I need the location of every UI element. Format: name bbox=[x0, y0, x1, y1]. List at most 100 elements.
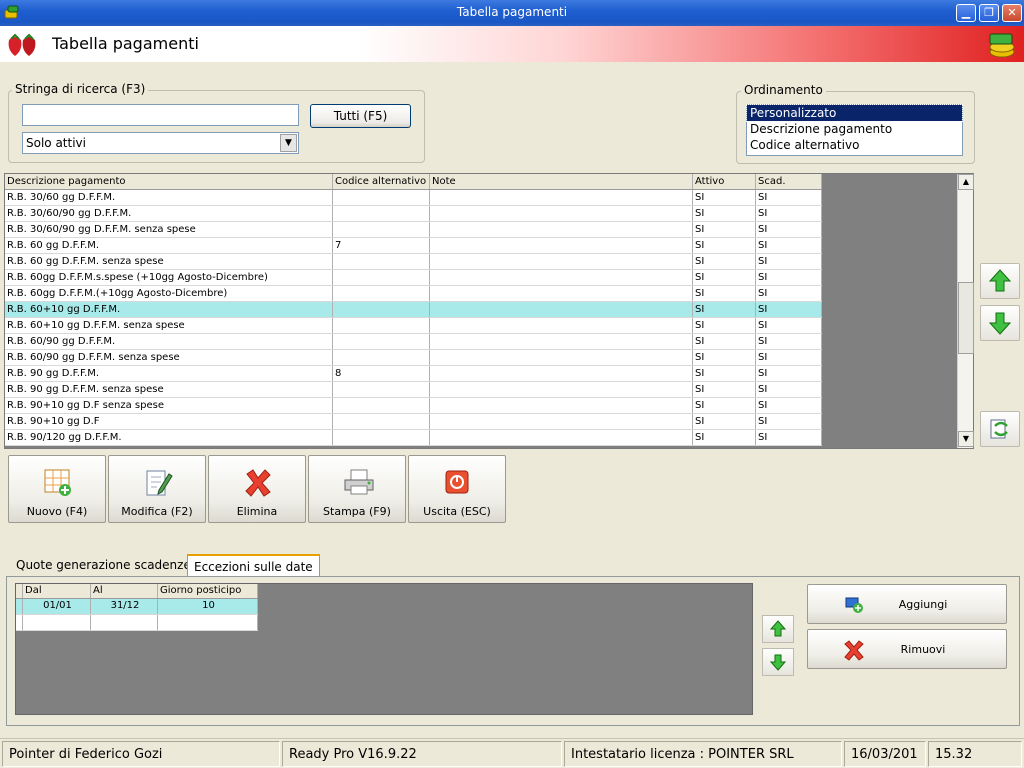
cell-giorno[interactable] bbox=[158, 615, 258, 630]
table-row[interactable]: R.B. 60/90 gg D.F.F.M. senza spese SI SI bbox=[5, 350, 822, 366]
cell-alt-code[interactable] bbox=[333, 350, 430, 365]
column-header[interactable]: Note bbox=[430, 174, 693, 189]
cell-alt-code[interactable]: 8 bbox=[333, 366, 430, 381]
cell-description[interactable]: R.B. 30/60 gg D.F.F.M. bbox=[5, 190, 333, 205]
cell-active[interactable]: SI bbox=[693, 414, 756, 429]
cell-description[interactable]: R.B. 60 gg D.F.F.M. bbox=[5, 238, 333, 253]
chevron-down-icon[interactable]: ▼ bbox=[280, 134, 297, 152]
cell-active[interactable]: SI bbox=[693, 206, 756, 221]
table-row[interactable]: R.B. 60gg D.F.F.M.s.spese (+10gg Agosto-… bbox=[5, 270, 822, 286]
cell-active[interactable]: SI bbox=[693, 286, 756, 301]
cell-active[interactable]: SI bbox=[693, 366, 756, 381]
table-row[interactable]: R.B. 60 gg D.F.F.M. 7 SI SI bbox=[5, 238, 822, 254]
column-header[interactable]: Giorno posticipo bbox=[158, 584, 258, 598]
cell-alt-code[interactable] bbox=[333, 430, 430, 445]
payments-grid[interactable]: Descrizione pagamento Codice alternativo… bbox=[4, 173, 974, 449]
cell-due[interactable]: SI bbox=[756, 254, 822, 269]
table-row[interactable]: R.B. 60+10 gg D.F.F.M. SI SI bbox=[5, 302, 822, 318]
edit-button[interactable]: Modifica (F2) bbox=[108, 455, 206, 523]
tab-eccezioni[interactable]: Eccezioni sulle date bbox=[187, 554, 320, 576]
table-row[interactable]: R.B. 90 gg D.F.F.M. 8 SI SI bbox=[5, 366, 822, 382]
cell-due[interactable]: SI bbox=[756, 414, 822, 429]
cell-notes[interactable] bbox=[430, 190, 693, 205]
table-row-new[interactable] bbox=[16, 615, 258, 631]
cell-notes[interactable] bbox=[430, 206, 693, 221]
cell-description[interactable]: R.B. 90 gg D.F.F.M. bbox=[5, 366, 333, 381]
exceptions-grid[interactable]: Dal Al Giorno posticipo 01/01 31/12 10 bbox=[15, 583, 753, 715]
cell-due[interactable]: SI bbox=[756, 302, 822, 317]
cell-alt-code[interactable] bbox=[333, 334, 430, 349]
cell-alt-code[interactable]: 7 bbox=[333, 238, 430, 253]
table-row[interactable]: R.B. 30/60/90 gg D.F.F.M. senza spese SI S… bbox=[5, 222, 822, 238]
print-button[interactable]: Stampa (F9) bbox=[308, 455, 406, 523]
cell-due[interactable]: SI bbox=[756, 222, 822, 237]
minimize-button[interactable]: ▁ bbox=[956, 4, 976, 22]
cell-notes[interactable] bbox=[430, 238, 693, 253]
cell-dal[interactable] bbox=[23, 615, 91, 630]
cell-active[interactable]: SI bbox=[693, 302, 756, 317]
table-row[interactable]: R.B. 30/60/90 gg D.F.F.M. SI SI bbox=[5, 206, 822, 222]
cell-alt-code[interactable] bbox=[333, 302, 430, 317]
table-row[interactable]: R.B. 90+10 gg D.F SI SI bbox=[5, 414, 822, 430]
cell-active[interactable]: SI bbox=[693, 382, 756, 397]
cell-active[interactable]: SI bbox=[693, 398, 756, 413]
cell-description[interactable]: R.B. 60gg D.F.F.M.(+10gg Agosto-Dicembre… bbox=[5, 286, 333, 301]
table-row[interactable]: R.B. 60+10 gg D.F.F.M. senza spese SI SI bbox=[5, 318, 822, 334]
search-input[interactable] bbox=[22, 104, 299, 126]
cell-al[interactable] bbox=[91, 615, 158, 630]
cell-due[interactable]: SI bbox=[756, 190, 822, 205]
cell-notes[interactable] bbox=[430, 414, 693, 429]
move-up-button[interactable] bbox=[980, 263, 1020, 299]
cell-due[interactable]: SI bbox=[756, 238, 822, 253]
cell-notes[interactable] bbox=[430, 286, 693, 301]
cell-active[interactable]: SI bbox=[693, 430, 756, 445]
grid-scrollbar[interactable]: ▲ ▼ bbox=[957, 174, 974, 448]
cell-description[interactable]: R.B. 60/90 gg D.F.F.M. bbox=[5, 334, 333, 349]
sorting-list[interactable]: Personalizzato Descrizione pagamento Cod… bbox=[746, 104, 963, 156]
cell-alt-code[interactable] bbox=[333, 270, 430, 285]
cell-notes[interactable] bbox=[430, 318, 693, 333]
cell-active[interactable]: SI bbox=[693, 350, 756, 365]
cell-alt-code[interactable] bbox=[333, 190, 430, 205]
cell-due[interactable]: SI bbox=[756, 366, 822, 381]
cell-alt-code[interactable] bbox=[333, 318, 430, 333]
cell-notes[interactable] bbox=[430, 382, 693, 397]
column-header[interactable]: Descrizione pagamento bbox=[5, 174, 333, 189]
column-header[interactable]: Codice alternativo bbox=[333, 174, 430, 189]
cell-dal[interactable]: 01/01 bbox=[23, 599, 91, 614]
sorting-option[interactable]: Descrizione pagamento bbox=[747, 121, 962, 137]
cell-active[interactable]: SI bbox=[693, 318, 756, 333]
cell-notes[interactable] bbox=[430, 350, 693, 365]
cell-alt-code[interactable] bbox=[333, 222, 430, 237]
table-row[interactable]: 01/01 31/12 10 bbox=[16, 599, 258, 615]
scroll-up-icon[interactable]: ▲ bbox=[958, 174, 974, 190]
cell-active[interactable]: SI bbox=[693, 190, 756, 205]
column-header[interactable]: Dal bbox=[23, 584, 91, 598]
table-row[interactable]: R.B. 60gg D.F.F.M.(+10gg Agosto-Dicembre… bbox=[5, 286, 822, 302]
new-button[interactable]: Nuovo (F4) bbox=[8, 455, 106, 523]
cell-description[interactable]: R.B. 30/60/90 gg D.F.F.M. bbox=[5, 206, 333, 221]
cell-due[interactable]: SI bbox=[756, 382, 822, 397]
cell-active[interactable]: SI bbox=[693, 334, 756, 349]
sorting-option[interactable]: Personalizzato bbox=[746, 104, 963, 122]
cell-alt-code[interactable] bbox=[333, 206, 430, 221]
filter-select[interactable]: Solo attivi ▼ bbox=[22, 132, 299, 154]
exception-down-button[interactable] bbox=[762, 648, 794, 676]
column-header[interactable]: Al bbox=[91, 584, 158, 598]
table-row[interactable]: R.B. 90+10 gg D.F senza spese SI SI bbox=[5, 398, 822, 414]
cell-alt-code[interactable] bbox=[333, 254, 430, 269]
cell-due[interactable]: SI bbox=[756, 206, 822, 221]
cell-description[interactable]: R.B. 60+10 gg D.F.F.M. senza spese bbox=[5, 318, 333, 333]
add-button[interactable]: Aggiungi bbox=[807, 584, 1007, 624]
cell-alt-code[interactable] bbox=[333, 286, 430, 301]
cell-due[interactable]: SI bbox=[756, 350, 822, 365]
cell-notes[interactable] bbox=[430, 430, 693, 445]
cell-due[interactable]: SI bbox=[756, 318, 822, 333]
cell-due[interactable]: SI bbox=[756, 398, 822, 413]
all-button[interactable]: Tutti (F5) bbox=[310, 104, 411, 128]
column-header[interactable]: Scad. bbox=[756, 174, 822, 189]
cell-description[interactable]: R.B. 60gg D.F.F.M.s.spese (+10gg Agosto-… bbox=[5, 270, 333, 285]
cell-due[interactable]: SI bbox=[756, 286, 822, 301]
cell-description[interactable]: R.B. 90/120 gg D.F.F.M. bbox=[5, 430, 333, 445]
cell-alt-code[interactable] bbox=[333, 398, 430, 413]
